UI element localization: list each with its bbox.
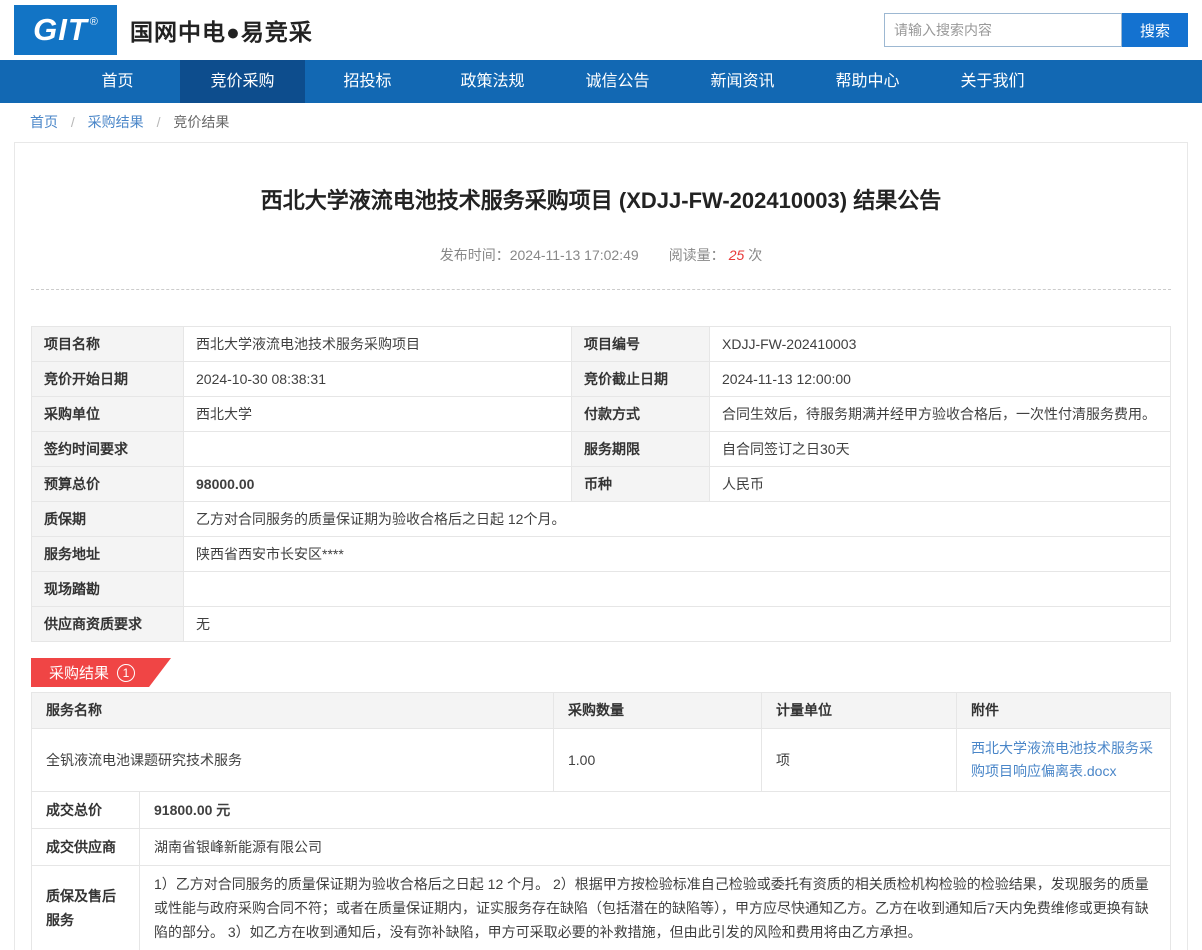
deal-price-label: 成交总价 xyxy=(32,792,140,829)
site-title: 国网中电●易竞采 xyxy=(130,13,313,47)
result-header-service-name: 服务名称 xyxy=(32,693,554,729)
info-label: 现场踏勘 xyxy=(32,572,184,607)
table-row: 质保及售后服务 1）乙方对合同服务的质量保证期为验收合格后之日起 12 个月。 … xyxy=(32,866,1171,950)
info-label: 竞价截止日期 xyxy=(572,362,710,397)
announcement-card: 西北大学液流电池技术服务采购项目 (XDJJ-FW-202410003) 结果公… xyxy=(14,142,1188,950)
views-label: 阅读量： xyxy=(669,247,725,263)
result-section-header: 采购结果 1 xyxy=(31,658,1171,687)
attachment-link[interactable]: 西北大学液流电池技术服务采购项目响应偏离表.docx xyxy=(971,740,1153,779)
deal-price-value: 91800.00 元 xyxy=(140,792,1171,829)
info-value: 2024-10-30 08:38:31 xyxy=(184,362,572,397)
info-label: 项目名称 xyxy=(32,327,184,362)
nav-item-integrity-notice[interactable]: 诚信公告 xyxy=(555,60,680,103)
table-row: 签约时间要求 服务期限 自合同签订之日30天 xyxy=(32,432,1171,467)
budget-total-price: 98000.00 xyxy=(184,467,572,502)
nav-item-tender[interactable]: 招投标 xyxy=(305,60,430,103)
search-input[interactable] xyxy=(884,13,1122,47)
info-label: 质保期 xyxy=(32,502,184,537)
table-row: 全钒液流电池课题研究技术服务 1.00 项 西北大学液流电池技术服务采购项目响应… xyxy=(32,729,1171,792)
announcement-title: 西北大学液流电池技术服务采购项目 (XDJJ-FW-202410003) 结果公… xyxy=(31,187,1171,215)
search-box: 搜索 xyxy=(884,13,1188,47)
site-logo[interactable]: GIT® xyxy=(14,5,117,55)
result-summary-table: 成交总价 91800.00 元 成交供应商 湖南省银峰新能源有限公司 质保及售后… xyxy=(31,791,1171,950)
info-value: 人民币 xyxy=(710,467,1171,502)
table-row: 成交总价 91800.00 元 xyxy=(32,792,1171,829)
nav-item-about-us[interactable]: 关于我们 xyxy=(930,60,1055,103)
info-value: 陕西省西安市长安区**** xyxy=(184,537,1171,572)
breadcrumb-separator: / xyxy=(157,114,161,130)
table-row: 现场踏勘 xyxy=(32,572,1171,607)
nav-item-help-center[interactable]: 帮助中心 xyxy=(805,60,930,103)
nav-item-home[interactable]: 首页 xyxy=(55,60,180,103)
info-value: XDJJ-FW-202410003 xyxy=(710,327,1171,362)
winning-supplier-value: 湖南省银峰新能源有限公司 xyxy=(140,829,1171,866)
result-header-attachment: 附件 xyxy=(957,693,1171,729)
winning-supplier-label: 成交供应商 xyxy=(32,829,140,866)
table-row: 质保期 乙方对合同服务的质量保证期为验收合格后之日起 12个月。 xyxy=(32,502,1171,537)
logo-text: GIT xyxy=(33,12,88,48)
info-value: 无 xyxy=(184,607,1171,642)
info-value: 乙方对合同服务的质量保证期为验收合格后之日起 12个月。 xyxy=(184,502,1171,537)
procurement-result-ribbon: 采购结果 1 xyxy=(31,658,171,687)
views-unit: 次 xyxy=(748,247,762,263)
unit-cell: 项 xyxy=(762,729,957,792)
info-label: 签约时间要求 xyxy=(32,432,184,467)
top-bar: GIT® 国网中电●易竞采 搜索 xyxy=(0,0,1202,60)
publish-time-label: 发布时间： xyxy=(440,247,510,263)
breadcrumb-current: 竞价结果 xyxy=(173,114,229,130)
result-table: 服务名称 采购数量 计量单位 附件 全钒液流电池课题研究技术服务 1.00 项 … xyxy=(31,692,1171,792)
search-button[interactable]: 搜索 xyxy=(1122,13,1188,47)
table-row: 竞价开始日期 2024-10-30 08:38:31 竞价截止日期 2024-1… xyxy=(32,362,1171,397)
info-value: 西北大学液流电池技术服务采购项目 xyxy=(184,327,572,362)
info-label: 采购单位 xyxy=(32,397,184,432)
table-row: 供应商资质要求 无 xyxy=(32,607,1171,642)
service-name-cell: 全钒液流电池课题研究技术服务 xyxy=(32,729,554,792)
registered-trademark-icon: ® xyxy=(90,16,98,28)
info-label: 供应商资质要求 xyxy=(32,607,184,642)
breadcrumb: 首页 / 采购结果 / 竞价结果 xyxy=(0,103,1202,142)
info-value: 自合同签订之日30天 xyxy=(710,432,1171,467)
announcement-meta: 发布时间：2024-11-13 17:02:49 阅读量：25次 xyxy=(31,245,1171,290)
info-label: 预算总价 xyxy=(32,467,184,502)
result-header-unit: 计量单位 xyxy=(762,693,957,729)
breadcrumb-purchase-results[interactable]: 采购结果 xyxy=(88,114,144,130)
quantity-cell: 1.00 xyxy=(554,729,762,792)
attachment-cell: 西北大学液流电池技术服务采购项目响应偏离表.docx xyxy=(957,729,1171,792)
info-label: 项目编号 xyxy=(572,327,710,362)
table-header-row: 服务名称 采购数量 计量单位 附件 xyxy=(32,693,1171,729)
table-row: 服务地址 陕西省西安市长安区**** xyxy=(32,537,1171,572)
info-label: 付款方式 xyxy=(572,397,710,432)
views-count: 25 xyxy=(729,247,745,263)
info-label: 币种 xyxy=(572,467,710,502)
table-row: 预算总价 98000.00 币种 人民币 xyxy=(32,467,1171,502)
result-count-badge: 1 xyxy=(117,664,135,682)
main-nav: 首页 竞价采购 招投标 政策法规 诚信公告 新闻资讯 帮助中心 关于我们 xyxy=(0,60,1202,103)
table-row: 采购单位 西北大学 付款方式 合同生效后，待服务期满并经甲方验收合格后，一次性付… xyxy=(32,397,1171,432)
breadcrumb-separator: / xyxy=(71,114,75,130)
info-label: 服务地址 xyxy=(32,537,184,572)
info-label: 服务期限 xyxy=(572,432,710,467)
ribbon-label: 采购结果 xyxy=(49,662,109,683)
project-info-table: 项目名称 西北大学液流电池技术服务采购项目 项目编号 XDJJ-FW-20241… xyxy=(31,326,1171,642)
warranty-service-value: 1）乙方对合同服务的质量保证期为验收合格后之日起 12 个月。 2）根据甲方按检… xyxy=(140,866,1171,950)
nav-item-news[interactable]: 新闻资讯 xyxy=(680,60,805,103)
info-value xyxy=(184,432,572,467)
breadcrumb-home[interactable]: 首页 xyxy=(30,114,58,130)
table-row: 成交供应商 湖南省银峰新能源有限公司 xyxy=(32,829,1171,866)
warranty-service-label: 质保及售后服务 xyxy=(32,866,140,950)
nav-item-policy[interactable]: 政策法规 xyxy=(430,60,555,103)
info-value xyxy=(184,572,1171,607)
info-value: 2024-11-13 12:00:00 xyxy=(710,362,1171,397)
publish-time: 2024-11-13 17:02:49 xyxy=(510,247,639,263)
table-row: 项目名称 西北大学液流电池技术服务采购项目 项目编号 XDJJ-FW-20241… xyxy=(32,327,1171,362)
info-value: 合同生效后，待服务期满并经甲方验收合格后，一次性付清服务费用。 xyxy=(710,397,1171,432)
result-header-quantity: 采购数量 xyxy=(554,693,762,729)
info-label: 竞价开始日期 xyxy=(32,362,184,397)
nav-item-bidding-purchase[interactable]: 竞价采购 xyxy=(180,60,305,103)
info-value: 西北大学 xyxy=(184,397,572,432)
